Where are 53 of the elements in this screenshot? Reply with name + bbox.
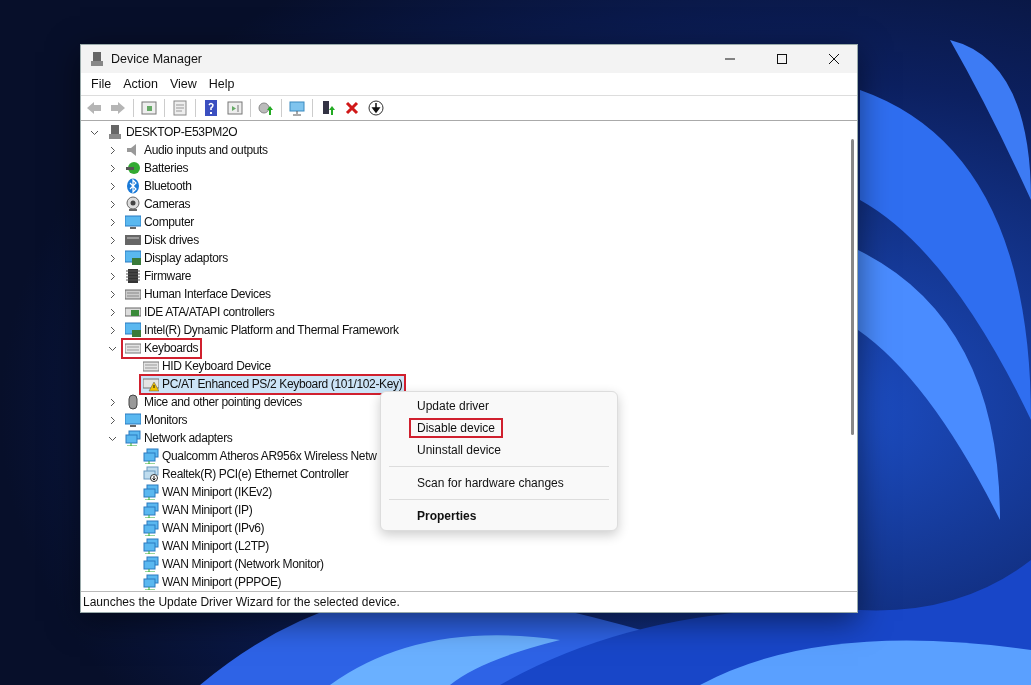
keyboard-icon	[143, 358, 159, 374]
network-icon	[143, 556, 159, 572]
menu-item[interactable]: File	[85, 77, 118, 91]
menu-item[interactable]: Action	[117, 77, 164, 91]
status-text: Launches the Update Driver Wizard for the selected device.	[82, 594, 401, 611]
menu-item[interactable]: Help	[202, 77, 241, 91]
network-icon	[143, 520, 159, 536]
webcam-icon	[125, 196, 141, 212]
menu-item[interactable]: Properties	[409, 506, 485, 526]
menu-item[interactable]: Scan for hardware changes	[409, 473, 572, 493]
menu-item[interactable]: Uninstall device	[409, 440, 510, 460]
disk-drive-icon	[125, 232, 141, 248]
display-adapter-icon	[125, 322, 141, 338]
warning-keyboard-icon	[143, 376, 159, 392]
bluetooth-icon	[125, 178, 141, 194]
battery-icon	[125, 160, 141, 176]
network-icon	[143, 502, 159, 518]
forward-arrow-icon	[110, 100, 126, 116]
keyboard-icon	[125, 340, 141, 356]
monitor-icon	[289, 100, 305, 116]
monitor-icon	[125, 412, 141, 428]
network-icon	[143, 538, 159, 554]
computer-icon	[320, 100, 336, 116]
network-icon	[143, 448, 159, 464]
panel-icon	[227, 100, 243, 116]
mouse-icon	[125, 394, 141, 410]
toolbar-button[interactable]	[365, 97, 387, 119]
keyboard-icon	[125, 286, 141, 302]
chip-icon	[125, 268, 141, 284]
menu-item[interactable]: Disable device	[409, 418, 504, 438]
computer-icon	[89, 51, 105, 67]
tree-item[interactable]: Keyboards	[121, 337, 203, 359]
scrollbar[interactable]	[850, 139, 854, 435]
computer-icon	[107, 124, 123, 140]
minimize-icon	[725, 58, 735, 60]
network-icon	[125, 430, 141, 446]
back-arrow-icon	[86, 100, 102, 116]
monitor-icon	[125, 214, 141, 230]
network-icon	[143, 484, 159, 500]
tree-item[interactable]: PC/AT Enhanced PS/2 Keyboard (101/102-Key)	[139, 373, 407, 395]
close-icon	[344, 100, 360, 116]
controller-icon	[125, 304, 141, 320]
display-adapter-icon	[125, 250, 141, 266]
network-icon	[143, 466, 159, 482]
network-icon	[143, 574, 159, 590]
maximize-icon	[777, 54, 787, 64]
menu-item[interactable]: Update driver	[409, 396, 498, 416]
menu-item[interactable]: View	[163, 77, 203, 91]
help-icon	[203, 100, 219, 116]
panel-icon	[141, 100, 157, 116]
sheet-icon	[172, 100, 188, 116]
window-title: Device Manager	[111, 52, 203, 66]
close-icon	[829, 54, 839, 64]
